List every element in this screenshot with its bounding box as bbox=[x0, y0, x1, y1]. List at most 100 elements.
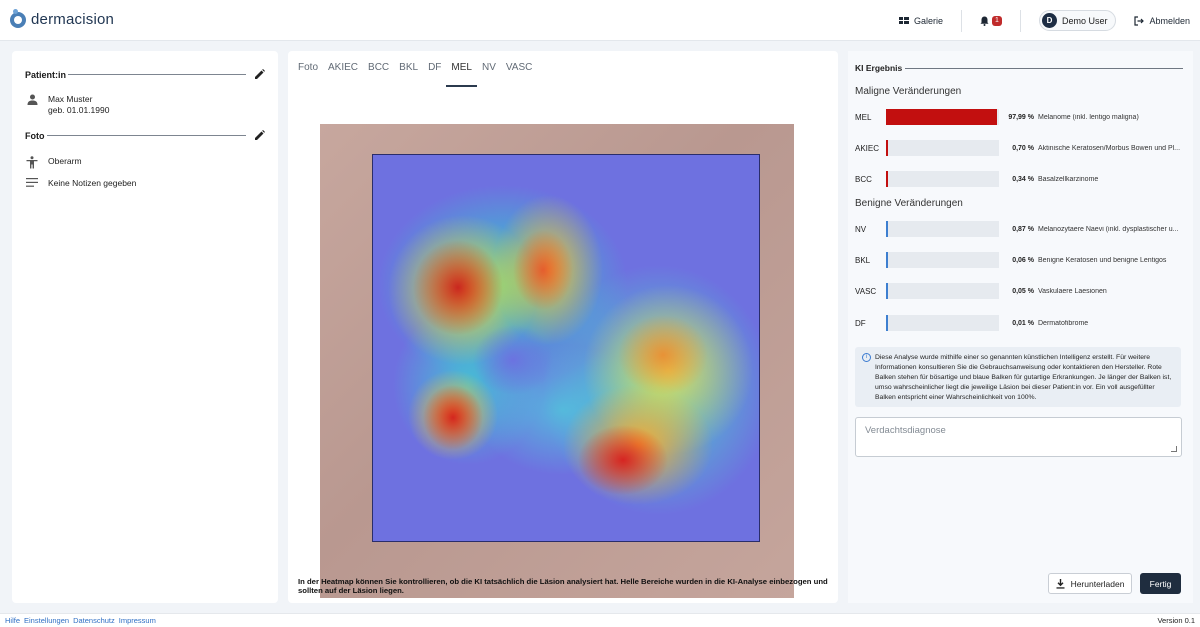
body-location-row: Oberarm bbox=[25, 156, 82, 169]
result-code: BCC bbox=[855, 174, 872, 184]
probability-bar bbox=[886, 109, 999, 125]
top-nav: Galerie 1 D Demo User Abmelden bbox=[898, 0, 1190, 41]
probability-bar bbox=[886, 140, 999, 156]
footer: Hilfe Einstellungen Datenschutz Impressu… bbox=[0, 613, 1200, 627]
suspected-diagnosis-field[interactable]: Verdachtsdiagnose bbox=[855, 417, 1182, 457]
edit-patient-icon[interactable] bbox=[254, 69, 265, 80]
logo-icon bbox=[10, 8, 26, 28]
result-code: BKL bbox=[855, 255, 871, 265]
result-description: Aktinische Keratosen/Morbus Bowen und Pl… bbox=[1038, 144, 1181, 152]
probability-fill bbox=[886, 315, 888, 331]
notes-row: Keine Notizen gegeben bbox=[25, 178, 136, 188]
ai-info-box: i Diese Analyse wurde mithilfe einer so … bbox=[855, 347, 1181, 407]
photo-section-title: Foto bbox=[25, 130, 45, 141]
download-icon bbox=[1056, 578, 1065, 589]
section-divider bbox=[46, 135, 246, 136]
result-row-mel: MEL 97,99 % Melanome (inkl. lentigo mali… bbox=[855, 108, 1185, 126]
tab-bcc[interactable]: BCC bbox=[363, 62, 394, 87]
patient-panel: Patient:in Max Muster geb. 01.01.1990 Fo… bbox=[12, 51, 278, 603]
patient-section-title: Patient:in bbox=[25, 69, 67, 80]
info-icon: i bbox=[862, 353, 871, 362]
logo-text: dermacision bbox=[31, 11, 115, 28]
notifications-button[interactable]: 1 bbox=[980, 15, 1002, 26]
patient-birthdate: geb. 01.01.1990 bbox=[48, 105, 110, 115]
ai-result-panel: KI Ergebnis Maligne Veränderungen MEL 97… bbox=[848, 51, 1193, 603]
section-divider bbox=[905, 67, 1183, 69]
footer-link-help[interactable]: Hilfe bbox=[5, 616, 20, 625]
result-percent: 0,06 % bbox=[1012, 256, 1034, 264]
user-name: Demo User bbox=[1061, 15, 1108, 26]
logout-button[interactable]: Abmelden bbox=[1134, 16, 1190, 26]
result-row-df: DF 0,01 % Dermatofibrome bbox=[855, 314, 1185, 332]
probability-bar bbox=[886, 221, 999, 237]
footer-link-settings[interactable]: Einstellungen bbox=[24, 616, 69, 625]
notes-icon bbox=[25, 178, 39, 187]
gallery-label: Galerie bbox=[913, 15, 943, 26]
result-code: MEL bbox=[855, 112, 872, 122]
logout-label: Abmelden bbox=[1149, 15, 1190, 26]
suspected-diagnosis-placeholder: Verdachtsdiagnose bbox=[865, 425, 946, 436]
heatmap-overlay bbox=[372, 154, 760, 542]
version-label: Version 0.1 bbox=[1157, 616, 1195, 625]
photo-section-header: Foto bbox=[25, 130, 265, 141]
result-description: Basalzellkarzinome bbox=[1038, 175, 1099, 183]
lesion-photo bbox=[320, 124, 794, 598]
probability-bar bbox=[886, 171, 999, 187]
probability-bar bbox=[886, 252, 999, 268]
result-row-nv: NV 0,87 % Melanozytaere Naevi (inkl. dys… bbox=[855, 220, 1185, 238]
image-panel: Foto AKIEC BCC BKL DF MEL NV VASC In der… bbox=[288, 51, 838, 603]
divider bbox=[960, 9, 962, 32]
result-row-akiec: AKIEC 0,70 % Aktinische Keratosen/Morbus… bbox=[855, 139, 1185, 157]
tab-mel[interactable]: MEL bbox=[446, 62, 477, 87]
avatar: D bbox=[1041, 13, 1057, 28]
malignant-group-title: Maligne Veränderungen bbox=[855, 86, 962, 97]
result-percent: 0,70 % bbox=[1012, 144, 1034, 152]
result-row-bcc: BCC 0,34 % Basalzellkarzinome bbox=[855, 170, 1185, 188]
tab-foto[interactable]: Foto bbox=[293, 62, 323, 87]
ai-result-title: KI Ergebnis bbox=[855, 63, 903, 73]
result-code: AKIEC bbox=[855, 143, 880, 153]
result-percent: 0,05 % bbox=[1012, 287, 1034, 295]
heatmap-tabs: Foto AKIEC BCC BKL DF MEL NV VASC bbox=[293, 62, 537, 87]
gallery-icon bbox=[898, 16, 909, 24]
ai-info-text: Diese Analyse wurde mithilfe einer so ge… bbox=[875, 354, 1172, 401]
logout-icon bbox=[1134, 15, 1145, 26]
result-percent: 97,99 % bbox=[1008, 113, 1034, 121]
user-menu[interactable]: D Demo User bbox=[1038, 10, 1117, 31]
body-location: Oberarm bbox=[48, 156, 82, 166]
notes-text: Keine Notizen gegeben bbox=[48, 178, 137, 188]
footer-links: Hilfe Einstellungen Datenschutz Impressu… bbox=[5, 616, 160, 625]
footer-link-privacy[interactable]: Datenschutz bbox=[73, 616, 115, 625]
edit-photo-icon[interactable] bbox=[254, 130, 265, 141]
divider bbox=[1019, 9, 1021, 32]
tab-df[interactable]: DF bbox=[423, 62, 446, 87]
result-row-bkl: BKL 0,06 % Benigne Keratosen und benigne… bbox=[855, 251, 1185, 269]
download-button[interactable]: Herunterladen bbox=[1048, 573, 1132, 594]
tab-bkl[interactable]: BKL bbox=[394, 62, 423, 87]
footer-link-imprint[interactable]: Impressum bbox=[119, 616, 156, 625]
result-percent: 0,34 % bbox=[1012, 175, 1034, 183]
probability-fill bbox=[886, 140, 888, 156]
result-description: Benigne Keratosen und benigne Lentigos bbox=[1038, 256, 1167, 264]
done-button[interactable]: Fertig bbox=[1140, 573, 1181, 594]
result-code: VASC bbox=[855, 286, 877, 296]
tab-vasc[interactable]: VASC bbox=[501, 62, 538, 87]
result-code: NV bbox=[855, 224, 867, 234]
probability-fill bbox=[886, 171, 888, 187]
tab-akiec[interactable]: AKIEC bbox=[323, 62, 363, 87]
probability-bar bbox=[886, 315, 999, 331]
tab-nv[interactable]: NV bbox=[477, 62, 501, 87]
resize-handle-icon[interactable] bbox=[1171, 446, 1177, 452]
probability-fill bbox=[886, 252, 888, 268]
section-divider bbox=[68, 74, 246, 75]
result-code: DF bbox=[855, 318, 866, 328]
gallery-button[interactable]: Galerie bbox=[898, 15, 943, 26]
result-description: Vaskulaere Laesionen bbox=[1038, 287, 1107, 295]
heatmap-caption: In der Heatmap können Sie kontrollieren,… bbox=[298, 577, 828, 595]
result-percent: 0,87 % bbox=[1012, 225, 1034, 233]
body-icon bbox=[25, 156, 39, 169]
probability-fill bbox=[886, 109, 997, 125]
notification-badge: 1 bbox=[991, 15, 1002, 26]
result-percent: 0,01 % bbox=[1012, 319, 1034, 327]
app-logo[interactable]: dermacision bbox=[10, 8, 115, 28]
